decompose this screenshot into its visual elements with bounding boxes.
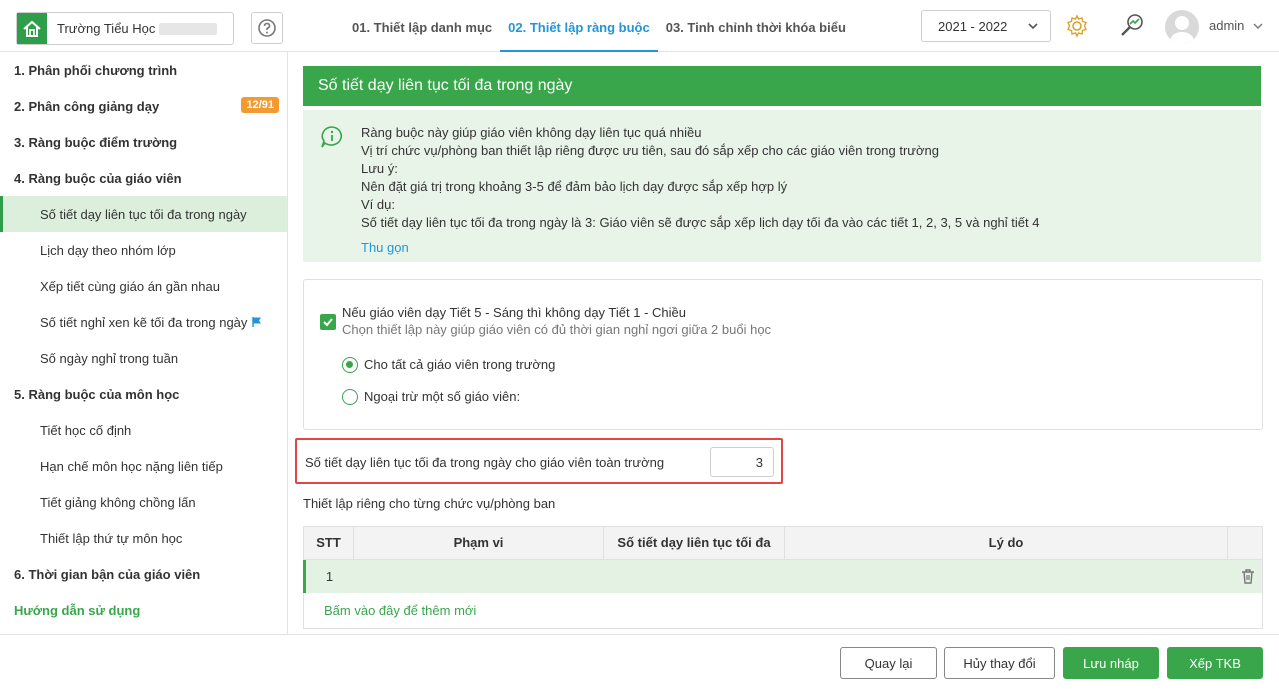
checkbox-label: Nếu giáo viên dạy Tiết 5 - Sáng thì khôn… bbox=[342, 305, 686, 320]
help-button[interactable] bbox=[251, 12, 283, 44]
arrange-timetable-button[interactable]: Xếp TKB bbox=[1167, 647, 1263, 679]
rest-between-sessions-checkbox[interactable] bbox=[320, 314, 336, 330]
sidebar-item-teacher-constraints[interactable]: 4. Ràng buộc của giáo viên bbox=[0, 160, 287, 196]
max-periods-label: Số tiết dạy liên tục tối đa trong ngày c… bbox=[305, 455, 665, 470]
table-header: STT Phạm vi Số tiết dạy liên tục tối đa … bbox=[303, 526, 1263, 560]
sidebar-item-teacher-busy-time[interactable]: 6. Thời gian bận của giáo viên bbox=[0, 556, 287, 592]
override-table: STT Phạm vi Số tiết dạy liên tục tối đa … bbox=[303, 526, 1263, 629]
trash-icon[interactable] bbox=[1240, 568, 1256, 584]
back-button[interactable]: Quay lại bbox=[840, 647, 937, 679]
sidebar: 1. Phân phối chương trình 2. Phân công g… bbox=[0, 52, 288, 634]
sidebar-item-non-overlapping-lessons[interactable]: Tiết giảng không chồng lấn bbox=[0, 484, 287, 520]
chevron-down-icon bbox=[1028, 23, 1038, 30]
sidebar-item-max-consecutive-periods[interactable]: Số tiết dạy liên tục tối đa trong ngày bbox=[0, 196, 287, 232]
info-box: Ràng buộc này giúp giáo viên không dạy l… bbox=[303, 110, 1261, 262]
sidebar-item-max-interleaved-breaks[interactable]: Số tiết nghỉ xen kẽ tối đa trong ngày bbox=[0, 304, 287, 340]
year-select[interactable]: 2021 - 2022 bbox=[921, 10, 1051, 42]
statistics-button[interactable] bbox=[1118, 11, 1146, 42]
step-tabs: 01. Thiết lập danh mục 02. Thiết lập ràn… bbox=[344, 0, 854, 52]
sidebar-item-teaching-assignment[interactable]: 2. Phân công giảng dạy 12/91 bbox=[0, 88, 287, 124]
sidebar-item-class-group-schedule[interactable]: Lịch dạy theo nhóm lớp bbox=[0, 232, 287, 268]
sidebar-item-fixed-periods[interactable]: Tiết học cố định bbox=[0, 412, 287, 448]
add-new-link[interactable]: Bấm vào đây để thêm mới bbox=[303, 593, 1263, 629]
page-title: Số tiết dạy liên tục tối đa trong ngày bbox=[303, 66, 1261, 106]
options-box: Nếu giáo viên dạy Tiết 5 - Sáng thì khôn… bbox=[303, 279, 1263, 430]
flag-icon bbox=[251, 316, 263, 328]
col-scope: Phạm vi bbox=[354, 527, 604, 559]
radio-except-teachers-label: Ngoại trừ một số giáo viên: bbox=[364, 389, 521, 404]
info-bubble-icon bbox=[321, 126, 343, 148]
main-content: Số tiết dạy liên tục tối đa trong ngày R… bbox=[289, 52, 1279, 634]
tab-setup-constraints[interactable]: 02. Thiết lập ràng buộc bbox=[500, 0, 658, 52]
year-value: 2021 - 2022 bbox=[938, 18, 1008, 34]
user-chevron-down-icon[interactable] bbox=[1252, 20, 1264, 32]
col-stt: STT bbox=[304, 527, 354, 559]
col-max-periods: Số tiết dạy liên tục tối đa bbox=[604, 527, 785, 559]
footer: Quay lại Hủy thay đổi Lưu nháp Xếp TKB bbox=[0, 634, 1279, 689]
sidebar-item-program-distribution[interactable]: 1. Phân phối chương trình bbox=[0, 52, 287, 88]
school-home-icon bbox=[17, 13, 47, 44]
info-text: Ràng buộc này giúp giáo viên không dạy l… bbox=[361, 125, 1040, 230]
cancel-changes-button[interactable]: Hủy thay đổi bbox=[944, 647, 1055, 679]
sidebar-item-same-lesson-plan[interactable]: Xếp tiết cùng giáo án gần nhau bbox=[0, 268, 287, 304]
sidebar-item-subject-constraints[interactable]: 5. Ràng buộc của môn học bbox=[0, 376, 287, 412]
radio-all-teachers[interactable] bbox=[342, 357, 358, 373]
section-title: Thiết lập riêng cho từng chức vụ/phòng b… bbox=[303, 496, 556, 511]
radio-all-teachers-label: Cho tất cả giáo viên trong trường bbox=[364, 357, 556, 372]
magnifier-chart-icon bbox=[1121, 14, 1143, 36]
save-draft-button[interactable]: Lưu nháp bbox=[1063, 647, 1159, 679]
sidebar-item-subject-order[interactable]: Thiết lập thứ tự môn học bbox=[0, 520, 287, 556]
collapse-link[interactable]: Thu gọn bbox=[361, 240, 409, 255]
radio-except-teachers[interactable] bbox=[342, 389, 358, 405]
help-icon bbox=[258, 19, 276, 37]
settings-button[interactable] bbox=[1064, 13, 1090, 42]
check-icon bbox=[323, 318, 333, 327]
tab-setup-categories[interactable]: 01. Thiết lập danh mục bbox=[344, 0, 500, 52]
top-bar: Trường Tiểu Học 01. Thiết lập danh mục 0… bbox=[0, 0, 1279, 52]
avatar[interactable] bbox=[1165, 10, 1199, 44]
school-selector[interactable]: Trường Tiểu Học bbox=[16, 12, 234, 45]
school-name: Trường Tiểu Học bbox=[57, 21, 156, 36]
table-row[interactable]: 1 bbox=[303, 560, 1263, 593]
blurred-school-suffix bbox=[159, 22, 218, 35]
tab-fine-tune-timetable[interactable]: 03. Tinh chỉnh thời khóa biểu bbox=[658, 0, 854, 52]
col-actions bbox=[1228, 527, 1262, 559]
sidebar-item-limit-heavy-subjects[interactable]: Hạn chế môn học nặng liên tiếp bbox=[0, 448, 287, 484]
gear-icon bbox=[1067, 14, 1087, 38]
max-periods-input[interactable] bbox=[710, 447, 774, 477]
col-reason: Lý do bbox=[785, 527, 1228, 559]
checkbox-description: Chọn thiết lập này giúp giáo viên có đủ … bbox=[342, 322, 772, 337]
row-stt: 1 bbox=[325, 569, 334, 584]
max-periods-highlight: Số tiết dạy liên tục tối đa trong ngày c… bbox=[295, 438, 783, 484]
sidebar-item-school-location-constraints[interactable]: 3. Ràng buộc điểm trường bbox=[0, 124, 287, 160]
sidebar-item-user-guide[interactable]: Hướng dẫn sử dụng bbox=[0, 592, 287, 628]
assignment-count-badge: 12/91 bbox=[241, 97, 279, 113]
user-name[interactable]: admin bbox=[1209, 18, 1244, 33]
sidebar-item-days-off-per-week[interactable]: Số ngày nghỉ trong tuần bbox=[0, 340, 287, 376]
